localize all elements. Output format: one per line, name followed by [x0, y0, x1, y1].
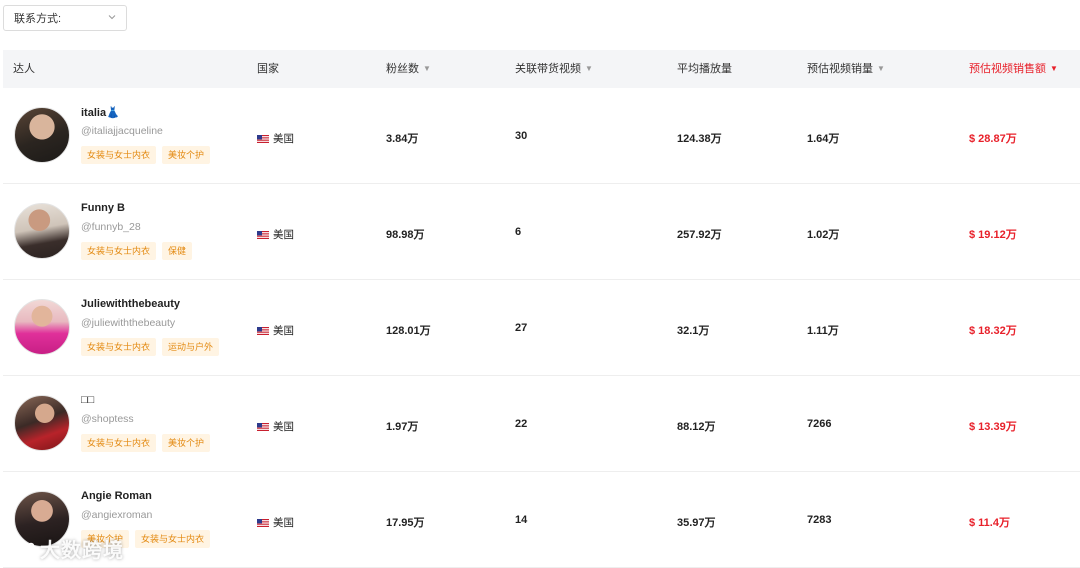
- country-label: 美国: [273, 325, 294, 337]
- table-row[interactable]: Juliewiththebeauty @juliewiththebeauty 女…: [3, 280, 1080, 376]
- table-row[interactable]: □□ @shoptess 女装与女士内衣 美妆个护 美国 1.97万 22 88.…: [3, 376, 1080, 472]
- us-flag-icon: [257, 326, 269, 335]
- est-revenue-cell: $ 19.12万: [969, 229, 1017, 241]
- est-revenue-cell: $ 28.87万: [969, 133, 1017, 145]
- influencer-name[interactable]: □□: [81, 394, 94, 406]
- country-cell: 美国: [257, 515, 294, 530]
- country-cell: 美国: [257, 323, 294, 338]
- avatar[interactable]: [14, 395, 70, 451]
- followers-cell: 98.98万: [386, 229, 425, 241]
- est-revenue-cell: $ 11.4万: [969, 517, 1010, 529]
- country-label: 美国: [273, 133, 294, 145]
- avatar[interactable]: [14, 299, 70, 355]
- table-body: italia👗 @italiajjacqueline 女装与女士内衣 美妆个护 美…: [3, 88, 1080, 568]
- avg-views-cell: 257.92万: [677, 229, 722, 241]
- est-revenue-cell: $ 13.39万: [969, 421, 1017, 433]
- category-tag: 运动与户外: [162, 338, 220, 356]
- influencer-handle: @italiajjacqueline: [81, 125, 163, 137]
- followers-cell: 128.01万: [386, 325, 431, 337]
- sort-active-icon[interactable]: ▼: [1050, 50, 1058, 88]
- influencer-handle: @funnyb_28: [81, 221, 141, 233]
- country-label: 美国: [273, 229, 294, 241]
- avg-views-cell: 35.97万: [677, 517, 716, 529]
- header-est-sales[interactable]: 预估视频销量 ▼: [807, 50, 885, 88]
- influencer-handle: @shoptess: [81, 413, 134, 425]
- influencer-name[interactable]: Juliewiththebeauty: [81, 298, 180, 310]
- avatar[interactable]: [14, 203, 70, 259]
- category-tag: 女装与女士内衣: [81, 146, 157, 164]
- followers-cell: 1.97万: [386, 421, 419, 433]
- followers-cell: 17.95万: [386, 517, 425, 529]
- header-est-revenue[interactable]: 预估视频销售额 ▼: [969, 50, 1058, 88]
- influencer-name[interactable]: Funny B: [81, 202, 125, 214]
- us-flag-icon: [257, 230, 269, 239]
- header-followers[interactable]: 粉丝数 ▼: [386, 50, 431, 88]
- category-tags: 女装与女士内衣 美妆个护: [81, 434, 211, 452]
- category-tag: 保健: [162, 242, 193, 260]
- influencer-handle: @angiexroman: [81, 509, 153, 521]
- videos-cell: 27: [515, 322, 528, 334]
- contact-filter-dropdown[interactable]: 联系方式:: [3, 5, 127, 31]
- us-flag-icon: [257, 134, 269, 143]
- est-sales-cell: 1.11万: [807, 325, 839, 337]
- sort-icon[interactable]: ▼: [585, 50, 593, 88]
- est-sales-cell: 7266: [807, 418, 832, 430]
- category-tag: 女装与女士内衣: [81, 338, 157, 356]
- country-label: 美国: [273, 517, 294, 529]
- videos-cell: 22: [515, 418, 528, 430]
- avg-views-cell: 88.12万: [677, 421, 716, 433]
- influencer-name[interactable]: italia👗: [81, 106, 120, 119]
- videos-cell: 6: [515, 226, 522, 238]
- contact-filter-label: 联系方式:: [14, 13, 62, 25]
- influencer-handle: @juliewiththebeauty: [81, 317, 176, 329]
- category-tag: 美妆个护: [162, 146, 211, 164]
- avg-views-cell: 32.1万: [677, 325, 710, 337]
- watermark-logo-icon: [8, 540, 34, 556]
- influencer-name[interactable]: Angie Roman: [81, 490, 152, 502]
- videos-cell: 14: [515, 514, 528, 526]
- category-tag: 美妆个护: [162, 434, 211, 452]
- category-tag: 女装与女士内衣: [135, 530, 211, 548]
- sort-icon[interactable]: ▼: [877, 50, 885, 88]
- est-sales-cell: 1.02万: [807, 229, 840, 241]
- category-tag: 女装与女士内衣: [81, 434, 157, 452]
- country-cell: 美国: [257, 131, 294, 146]
- table-row[interactable]: italia👗 @italiajjacqueline 女装与女士内衣 美妆个护 美…: [3, 88, 1080, 184]
- header-videos[interactable]: 关联带货视频 ▼: [515, 50, 593, 88]
- est-sales-cell: 1.64万: [807, 133, 840, 145]
- sort-icon[interactable]: ▼: [423, 50, 431, 88]
- header-influencer: 达人: [13, 63, 35, 75]
- header-country: 国家: [257, 63, 279, 75]
- category-tags: 女装与女士内衣 美妆个护: [81, 146, 211, 164]
- table-row[interactable]: Funny B @funnyb_28 女装与女士内衣 保健 美国 98.98万 6…: [3, 184, 1080, 280]
- category-tag: 女装与女士内衣: [81, 242, 157, 260]
- table-row[interactable]: Angie Roman @angiexroman 美妆个护 女装与女士内衣 美国 …: [3, 472, 1080, 568]
- watermark: 大数跨境: [8, 534, 124, 563]
- avatar[interactable]: [14, 107, 70, 163]
- est-revenue-cell: $ 18.32万: [969, 325, 1017, 337]
- videos-cell: 30: [515, 130, 528, 142]
- table-header: 达人 国家 粉丝数 ▼ 关联带货视频 ▼ 平均播放量 预估视频销量 ▼ 预估视频销售额…: [3, 50, 1080, 88]
- followers-cell: 3.84万: [386, 133, 419, 145]
- country-cell: 美国: [257, 227, 294, 242]
- watermark-text: 大数跨境: [40, 540, 124, 562]
- est-sales-cell: 7283: [807, 514, 832, 526]
- avg-views-cell: 124.38万: [677, 133, 722, 145]
- category-tags: 女装与女士内衣 运动与户外: [81, 338, 220, 356]
- us-flag-icon: [257, 422, 269, 431]
- country-label: 美国: [273, 421, 294, 433]
- us-flag-icon: [257, 518, 269, 527]
- category-tags: 女装与女士内衣 保健: [81, 242, 193, 260]
- header-avg-views: 平均播放量: [677, 63, 732, 75]
- chevron-down-icon: [108, 15, 116, 20]
- country-cell: 美国: [257, 419, 294, 434]
